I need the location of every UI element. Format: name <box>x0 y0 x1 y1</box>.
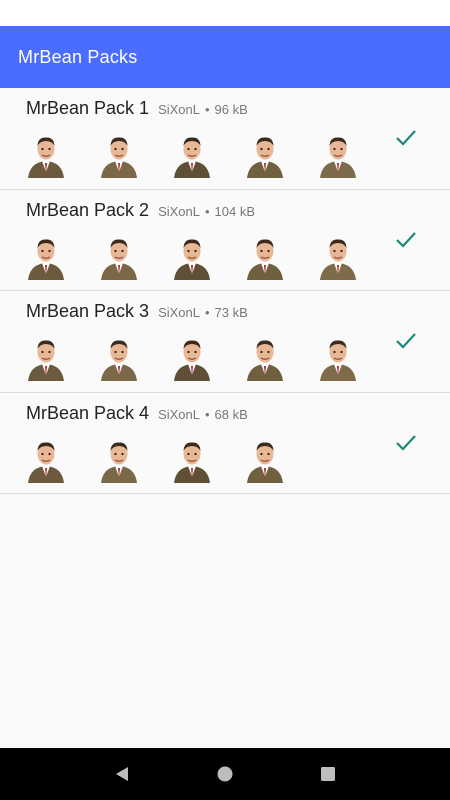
sticker-figure-image <box>28 340 64 381</box>
sticker-thumbnail <box>314 130 362 178</box>
sticker-thumbnail <box>241 435 289 483</box>
pack-author: SiXonL <box>158 203 200 219</box>
home-button[interactable] <box>211 760 239 788</box>
sticker-thumbnail <box>314 333 362 381</box>
sticker-thumbnail <box>95 130 143 178</box>
app-bar-title: MrBean Packs <box>18 46 138 67</box>
sticker-figure-image <box>320 340 356 381</box>
sticker-preview-strip <box>22 232 387 280</box>
app-bar: MrBean Packs <box>0 26 450 88</box>
checkmark-icon <box>396 434 416 451</box>
sticker-figure-image <box>28 137 64 178</box>
sticker-thumbnail <box>168 333 216 381</box>
recents-button[interactable] <box>314 760 342 788</box>
sticker-thumbnail <box>168 435 216 483</box>
pack-row-4[interactable]: MrBean Pack 4 SiXonL • 68 kB <box>0 393 450 494</box>
checkmark-icon <box>396 333 416 349</box>
sticker-thumbnail <box>168 232 216 280</box>
sticker-figure-image <box>247 238 283 280</box>
pack-name: MrBean Pack 1 <box>26 98 150 118</box>
sticker-figure-image <box>28 238 64 280</box>
sticker-figure-image <box>174 340 210 381</box>
sticker-thumbnail <box>95 333 143 381</box>
sticker-thumbnail <box>241 130 289 178</box>
sticker-figure-image <box>174 137 210 178</box>
pack-list: MrBean Pack 1 SiXonL • 96 kB MrBean Pack 2… <box>0 88 450 494</box>
pack-author: SiXonL <box>158 406 200 422</box>
sticker-figure-image <box>320 137 356 178</box>
pack-author: SiXonL <box>158 305 200 320</box>
sticker-preview-strip <box>22 130 387 178</box>
pack-name: MrBean Pack 2 <box>26 199 150 220</box>
sticker-thumbnail <box>95 232 143 280</box>
sticker-figure-image <box>247 137 283 178</box>
system-nav-bar <box>0 748 450 800</box>
pack-size: 73 kB <box>214 305 248 320</box>
sticker-thumbnail <box>22 333 70 381</box>
pack-name: MrBean Pack 4 <box>26 402 150 423</box>
pack-name: MrBean Pack 3 <box>26 301 150 321</box>
sticker-thumbnail <box>241 333 289 381</box>
pack-author: SiXonL <box>158 102 200 117</box>
status-bar <box>0 0 450 26</box>
pack-meta: SiXonL • 68 kB <box>158 406 248 422</box>
sticker-figure-image <box>174 441 210 483</box>
pack-size: 96 kB <box>214 102 248 117</box>
sticker-figure-image <box>174 238 210 280</box>
pack-row-1[interactable]: MrBean Pack 1 SiXonL • 96 kB <box>0 88 450 190</box>
sticker-figure-image <box>101 441 137 483</box>
checkmark-icon <box>396 130 416 146</box>
sticker-preview-strip <box>22 435 314 483</box>
pack-size: 104 kB <box>214 203 256 219</box>
sticker-figure-image <box>247 340 283 381</box>
sticker-thumbnail <box>22 232 70 280</box>
sticker-figure-image <box>101 238 137 280</box>
pack-row-2[interactable]: MrBean Pack 2 SiXonL • 104 kB <box>0 190 450 291</box>
pack-size: 68 kB <box>214 406 248 422</box>
sticker-thumbnail <box>95 435 143 483</box>
sticker-thumbnail <box>168 130 216 178</box>
sticker-figure-image <box>320 238 356 280</box>
pack-row-3[interactable]: MrBean Pack 3 SiXonL • 73 kB <box>0 291 450 393</box>
sticker-thumbnail <box>241 232 289 280</box>
pack-meta: SiXonL • 96 kB <box>158 102 248 117</box>
sticker-figure-image <box>101 340 137 381</box>
sticker-thumbnail <box>22 435 70 483</box>
sticker-figure-image <box>101 137 137 178</box>
sticker-preview-strip <box>22 333 387 381</box>
sticker-thumbnail <box>314 232 362 280</box>
back-button[interactable] <box>108 760 136 788</box>
sticker-figure-image <box>247 441 283 483</box>
recents-square-icon <box>321 767 336 781</box>
home-circle-icon <box>217 766 233 782</box>
back-triangle-icon <box>115 767 128 781</box>
sticker-figure-image <box>28 441 64 483</box>
pack-meta: SiXonL • 104 kB <box>158 203 256 219</box>
pack-meta: SiXonL • 73 kB <box>158 305 248 320</box>
sticker-thumbnail <box>22 130 70 178</box>
checkmark-icon <box>396 231 416 248</box>
